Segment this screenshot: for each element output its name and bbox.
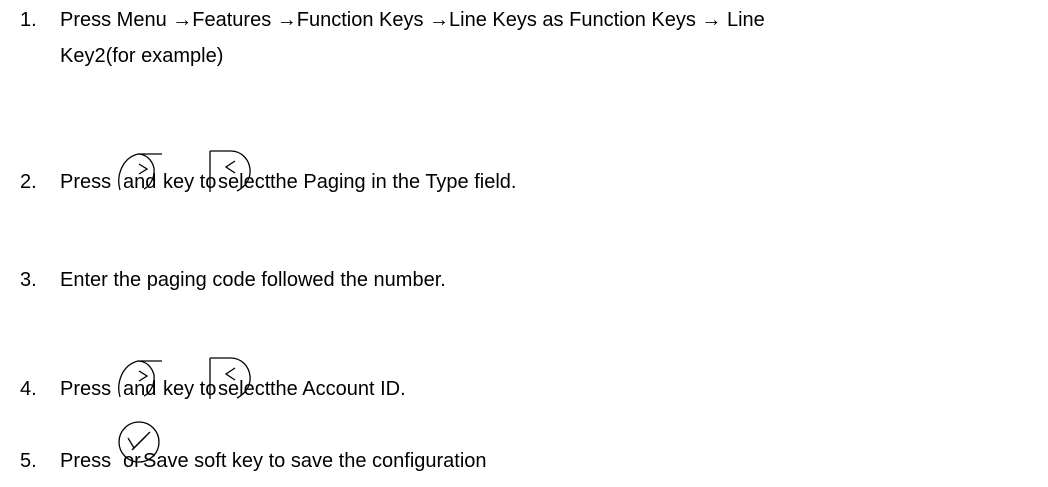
step-number: 5. [20,450,37,472]
step-text-line-1: Press Menu →Features →Function Keys →Lin… [60,9,765,31]
step-number: 2. [20,171,37,193]
press-word: Press [60,378,112,400]
step-number: 1. [20,9,37,31]
step-number: 3. [20,269,37,291]
left-navigation-key-icon [209,150,251,192]
right-navigation-key-icon [118,360,162,398]
step-text-rest: Save soft key to save the configuration [143,450,487,472]
press-word: Press [60,171,112,193]
step-text-rest: the Paging in the Type field. [270,171,517,193]
right-navigation-key-icon [118,153,162,191]
step-number: 4. [20,378,37,400]
press-word: Press [60,450,112,472]
step-text: Enter the paging code followed the numbe… [60,269,446,291]
step-text-rest: the Account ID. [270,378,406,400]
step-text-line-2: Key2(for example) [60,45,224,67]
left-navigation-key-icon [209,357,251,399]
